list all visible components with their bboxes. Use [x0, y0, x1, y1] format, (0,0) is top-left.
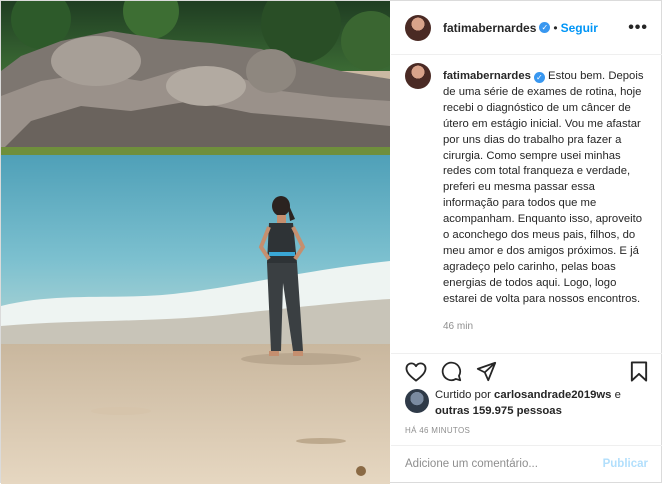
likes-section: Curtido por carlosandrade2019ws e outras…	[405, 388, 650, 419]
comment-input[interactable]	[405, 458, 603, 470]
liker-username[interactable]: carlosandrade2019ws	[494, 389, 611, 401]
liker-avatar[interactable]	[405, 389, 429, 413]
caption-body: fatimabernardes ✓ Estou bem. Depois de um…	[443, 63, 650, 347]
caption-text: fatimabernardes ✓ Estou bem. Depois de um…	[443, 69, 650, 308]
follow-button[interactable]: Seguir	[561, 21, 598, 35]
action-bar	[391, 353, 662, 389]
author-avatar[interactable]	[405, 14, 431, 41]
liked-and: e	[614, 389, 621, 401]
caption-author-avatar[interactable]	[405, 63, 431, 89]
likes-text: Curtido por carlosandrade2019ws e outras…	[435, 388, 621, 419]
post-photo[interactable]	[1, 1, 390, 484]
heart-icon[interactable]	[405, 361, 427, 382]
post-sidebar: fatimabernardes ✓ • Seguir ••• fatimaber…	[391, 1, 662, 482]
separator-dot: •	[553, 20, 558, 35]
post-header: fatimabernardes ✓ • Seguir •••	[391, 1, 662, 55]
caption-verified-icon: ✓	[533, 72, 545, 83]
caption-section: fatimabernardes ✓ Estou bem. Depois de um…	[405, 63, 650, 347]
instagram-post: fatimabernardes ✓ • Seguir ••• fatimaber…	[0, 0, 662, 484]
post-age[interactable]: HÁ 46 MINUTOS	[405, 426, 470, 435]
verified-badge-icon: ✓	[539, 22, 551, 33]
liked-by-prefix: Curtido por	[435, 389, 491, 401]
likes-count[interactable]: outras 159.975 pessoas	[435, 405, 562, 417]
author-username[interactable]: fatimabernardes	[443, 21, 536, 35]
bookmark-icon[interactable]	[630, 361, 648, 382]
caption-timestamp[interactable]: 46 min	[443, 321, 650, 332]
comment-bar: Publicar	[391, 445, 662, 482]
beach-photo	[1, 1, 390, 484]
caption-author-username[interactable]: fatimabernardes	[443, 70, 531, 82]
comment-icon[interactable]	[441, 361, 462, 382]
more-options-icon[interactable]: •••	[628, 19, 648, 37]
caption-content: Estou bem. Depois de uma série de exames…	[443, 70, 644, 305]
publish-button[interactable]: Publicar	[603, 458, 648, 470]
share-icon[interactable]	[476, 361, 497, 382]
